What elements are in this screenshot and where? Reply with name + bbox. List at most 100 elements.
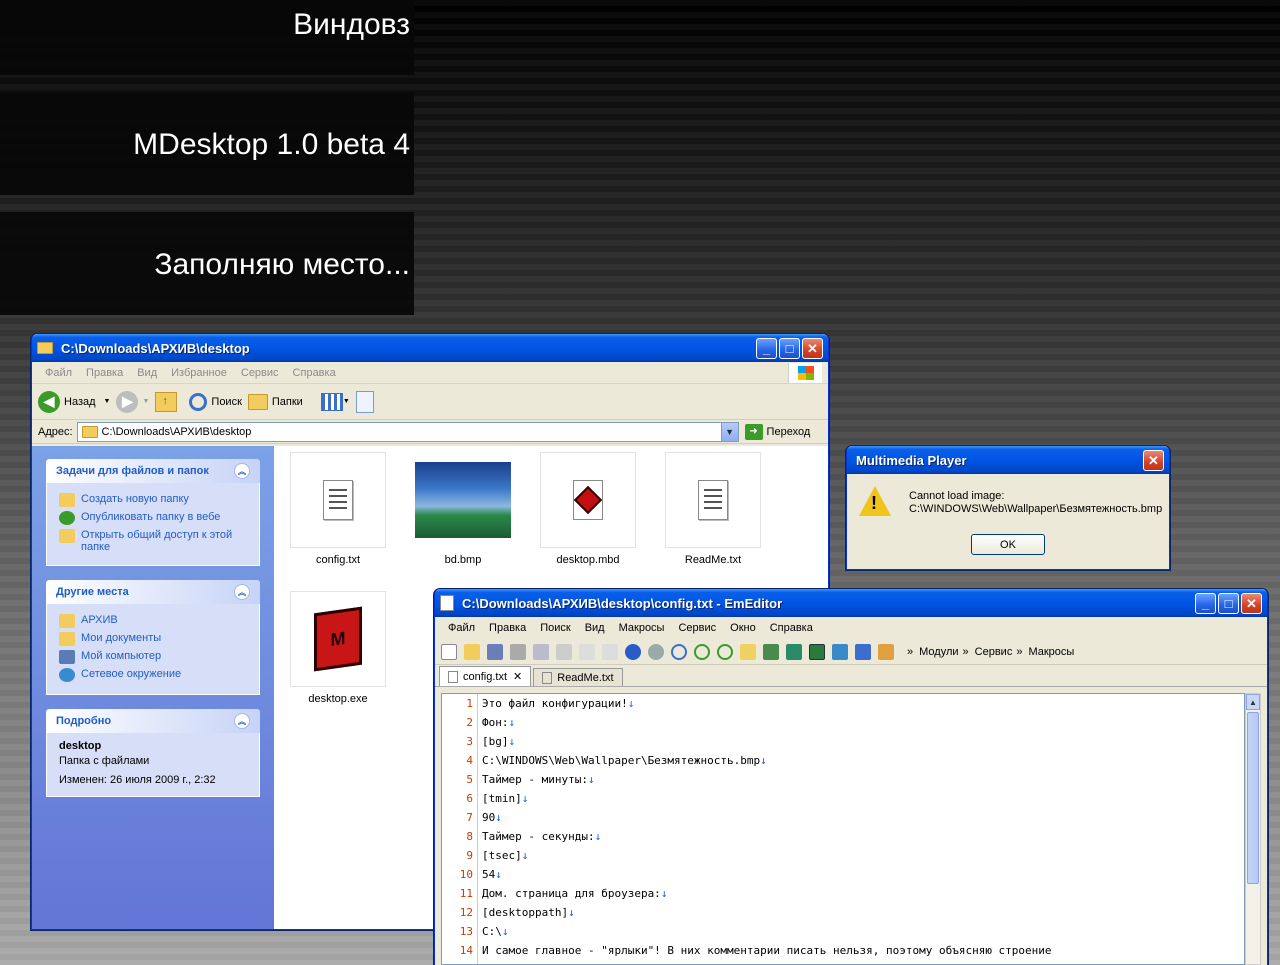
address-input[interactable]: C:\Downloads\АРХИВ\desktop ▼ (76, 421, 739, 442)
place-archive[interactable]: АРХИВ (59, 614, 249, 628)
tab-config-txt[interactable]: config.txt ✕ (439, 666, 532, 686)
dialog-message-1: Cannot load image: (909, 490, 1005, 502)
menu-macros[interactable]: Макросы (612, 622, 672, 634)
undo-icon[interactable] (625, 643, 641, 660)
text-editor[interactable]: 1 Это файл конфигурации! ↓ 2 Фон: ↓ 3 [bg] ↓ 4 C:\… (441, 693, 1245, 965)
scroll-up-icon[interactable]: ▲ (1246, 694, 1260, 710)
up-folder-button[interactable]: ↑ (155, 391, 178, 412)
print-icon[interactable] (510, 643, 526, 660)
dialog-titlebar[interactable]: Multimedia Player ✕ (847, 446, 1169, 474)
bookmark-icon[interactable] (763, 643, 779, 660)
plugin-icon[interactable] (855, 643, 871, 660)
ok-button[interactable]: OK (971, 534, 1045, 555)
menu-window[interactable]: Окно (723, 622, 763, 634)
menu-help[interactable]: Справка (763, 622, 820, 634)
print-preview-icon[interactable] (533, 643, 549, 660)
menu-tools[interactable]: Сервис (234, 367, 286, 379)
task-publish-web[interactable]: Опубликовать папку в вебе (59, 511, 249, 525)
paste-icon[interactable] (602, 643, 618, 660)
minimize-button[interactable]: _ (756, 337, 777, 359)
emeditor-titlebar[interactable]: C:\Downloads\АРХИВ\desktop\config.txt - … (435, 589, 1267, 617)
toolbar-tools[interactable]: Сервис (975, 646, 1013, 658)
menu-tools[interactable]: Сервис (671, 622, 723, 634)
copy-to-button[interactable] (355, 390, 374, 413)
vertical-scrollbar[interactable]: ▲ (1245, 693, 1261, 965)
forward-button[interactable]: ▶ ▼ (116, 390, 149, 413)
file-config-txt[interactable]: config.txt (290, 452, 386, 566)
menu-edit[interactable]: Правка (482, 622, 533, 634)
menu-search[interactable]: Поиск (533, 622, 577, 634)
place-my-documents[interactable]: Мои документы (59, 632, 249, 646)
newline-marker: ↓ (508, 716, 516, 729)
go-arrow-icon: ➜ (744, 423, 763, 440)
close-button[interactable]: ✕ (802, 337, 823, 359)
file-bd-bmp[interactable]: bd.bmp (415, 452, 511, 566)
menu-view[interactable]: Вид (578, 622, 612, 634)
newline-marker: ↓ (760, 754, 767, 767)
maximize-button[interactable]: □ (779, 337, 800, 359)
task-share-folder[interactable]: Открыть общий доступ к этой папке (59, 529, 249, 553)
share-folder-icon (59, 529, 75, 543)
emeditor-app-icon (440, 595, 454, 611)
dialog-close-button[interactable]: ✕ (1143, 449, 1164, 471)
menu-file[interactable]: Файл (38, 367, 79, 379)
other-places-header[interactable]: Другие места ︽ (46, 580, 260, 604)
tab-close-icon[interactable]: ✕ (513, 670, 522, 683)
open-file-icon[interactable] (464, 643, 480, 660)
redo-icon[interactable] (648, 643, 664, 660)
menu-help[interactable]: Справка (286, 367, 343, 379)
close-button[interactable]: ✕ (1241, 592, 1262, 614)
place-network[interactable]: Сетевое окружение (59, 668, 249, 682)
file-readme-txt[interactable]: ReadMe.txt (665, 452, 761, 566)
properties-icon[interactable] (878, 643, 894, 660)
forward-arrow-icon: ▶ (116, 390, 139, 413)
collapse-icon[interactable]: ︽ (234, 713, 250, 729)
cut-icon[interactable] (556, 643, 572, 660)
minimize-button[interactable]: _ (1195, 592, 1216, 614)
file-desktop-exe[interactable]: M desktop.exe (290, 591, 386, 705)
highlight-icon[interactable] (740, 643, 756, 660)
place-my-computer[interactable]: Мой компьютер (59, 650, 249, 664)
line-text: C:\ (482, 925, 502, 938)
file-desktop-mbd[interactable]: desktop.mbd (540, 452, 636, 566)
toolbar-macros[interactable]: Макросы (1028, 646, 1074, 658)
line-number: 3 (442, 732, 478, 751)
tab-readme-txt[interactable]: ReadMe.txt (533, 668, 623, 686)
copy-icon[interactable] (579, 643, 595, 660)
explorer-titlebar[interactable]: C:\Downloads\АРХИВ\desktop _ □ ✕ (32, 334, 828, 362)
collapse-icon[interactable]: ︽ (234, 584, 250, 600)
go-button[interactable]: ➜ Переход (744, 423, 810, 440)
find-prev-icon[interactable] (717, 643, 733, 660)
menu-edit[interactable]: Правка (79, 367, 130, 379)
views-button[interactable]: ▼ (320, 392, 350, 411)
find-next-icon[interactable] (694, 643, 710, 660)
maximize-button[interactable]: □ (1218, 592, 1239, 614)
views-icon (320, 392, 343, 411)
folders-button[interactable]: Папки (247, 393, 303, 410)
menu-view[interactable]: Вид (130, 367, 164, 379)
search-button[interactable]: Поиск (189, 392, 242, 411)
newline-marker: ↓ (594, 830, 602, 843)
back-arrow-icon: ◀ (38, 390, 60, 413)
find-icon[interactable] (671, 643, 687, 660)
menu-file[interactable]: Файл (441, 622, 482, 634)
scroll-thumb[interactable] (1247, 712, 1259, 884)
file-tasks-header[interactable]: Задачи для файлов и папок ︽ (46, 459, 260, 483)
tab-label: config.txt (463, 670, 508, 683)
overflow-icon[interactable]: » (1016, 646, 1022, 658)
save-icon[interactable] (487, 643, 503, 660)
title-tile-3: Заполняю место... (0, 212, 414, 315)
overflow-icon[interactable]: » (907, 646, 913, 658)
task-new-folder[interactable]: Создать новую папку (59, 493, 249, 507)
overflow-icon[interactable]: » (963, 646, 969, 658)
details-header[interactable]: Подробно ︽ (46, 709, 260, 733)
outline-icon[interactable] (809, 643, 825, 660)
address-dropdown-icon[interactable]: ▼ (720, 422, 738, 441)
back-button[interactable]: ◀ Назад ▼ (38, 390, 110, 413)
menu-favorites[interactable]: Избранное (164, 367, 234, 379)
toolbar-plugins[interactable]: Модули (919, 646, 958, 658)
collapse-icon[interactable]: ︽ (234, 463, 250, 479)
new-file-icon[interactable] (441, 643, 457, 660)
wrap-icon[interactable] (786, 643, 802, 660)
compare-icon[interactable] (832, 643, 848, 660)
